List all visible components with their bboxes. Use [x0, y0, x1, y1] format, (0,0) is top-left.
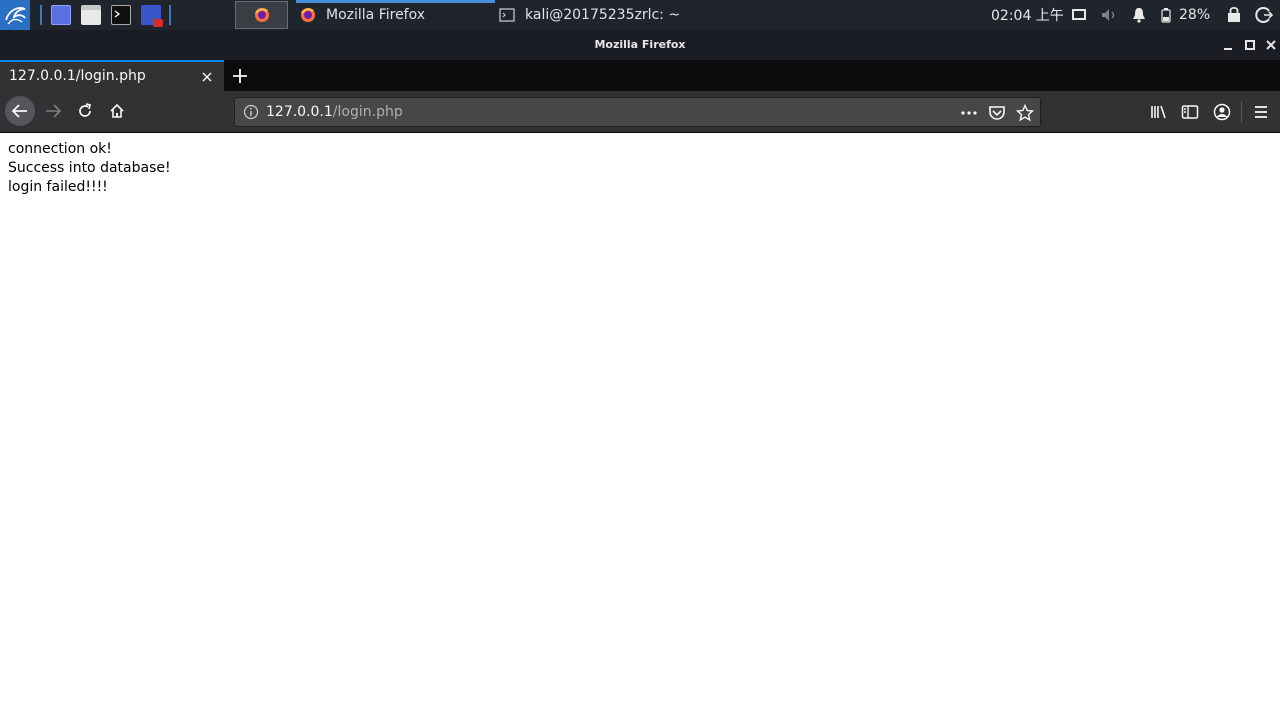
- maximize-icon[interactable]: [1244, 39, 1256, 51]
- reload-icon: [79, 103, 92, 117]
- display-icon[interactable]: [1071, 8, 1087, 22]
- terminal-icon: [499, 8, 515, 22]
- forward-arrow-icon: [46, 104, 62, 118]
- file-manager-icon[interactable]: [81, 5, 101, 25]
- volume-muted-icon[interactable]: [1100, 7, 1118, 23]
- library-icon[interactable]: [1150, 103, 1168, 121]
- message-connection: connection ok!: [8, 141, 112, 157]
- home-icon: [110, 103, 124, 118]
- url-text: 127.0.0.1/login.php: [266, 104, 403, 120]
- firefox-icon: [301, 8, 315, 22]
- tab-strip: 127.0.0.1/login.php: [0, 60, 1280, 91]
- firefox-icon: [255, 8, 269, 22]
- site-info-icon[interactable]: [243, 104, 259, 120]
- show-desktop-icon[interactable]: [51, 5, 71, 25]
- page-content: connection ok! Success into database! lo…: [0, 133, 1280, 720]
- navigation-toolbar: 127.0.0.1/login.php: [0, 91, 1280, 133]
- top-panel: Mozilla Firefox kali@20175235zrlc: ~ 02:…: [0, 0, 1280, 30]
- close-icon[interactable]: [1265, 39, 1277, 51]
- bookmark-star-icon[interactable]: [1016, 104, 1034, 122]
- forward-button[interactable]: [38, 96, 68, 126]
- battery-text: 28%: [1179, 7, 1211, 23]
- home-button[interactable]: [102, 96, 132, 126]
- tab-login[interactable]: 127.0.0.1/login.php: [0, 60, 224, 91]
- logout-icon[interactable]: [1255, 6, 1273, 24]
- account-icon[interactable]: [1213, 103, 1231, 121]
- window-title: Mozilla Firefox: [594, 38, 686, 51]
- toolbar-separator: [1241, 101, 1242, 123]
- back-arrow-icon: [11, 104, 27, 118]
- terminal-launcher-icon[interactable]: [111, 5, 131, 25]
- battery-percent: 28%: [1179, 0, 1210, 30]
- url-path: /login.php: [332, 104, 403, 120]
- workspace-switcher[interactable]: [235, 1, 288, 29]
- kali-dragon-icon: [5, 7, 26, 25]
- notifications-bell-icon[interactable]: [1131, 7, 1147, 23]
- reload-button[interactable]: [70, 96, 100, 126]
- pocket-icon[interactable]: [988, 104, 1006, 122]
- sidebar-toggle-icon[interactable]: [1181, 103, 1199, 121]
- clock-text: 02:04 上午: [991, 8, 1064, 24]
- kali-menu-button[interactable]: [0, 0, 30, 30]
- lock-screen-icon[interactable]: [1227, 6, 1241, 23]
- window-titlebar[interactable]: Mozilla Firefox: [0, 30, 1280, 60]
- clock[interactable]: 02:04 上午: [991, 0, 1064, 30]
- url-bar[interactable]: 127.0.0.1/login.php: [234, 97, 1041, 127]
- hamburger-menu-icon[interactable]: [1252, 103, 1270, 121]
- panel-separator: [169, 5, 171, 25]
- task-label: Mozilla Firefox: [326, 7, 426, 23]
- task-label: kali@20175235zrlc: ~: [525, 7, 681, 23]
- page-actions-ellipsis-icon[interactable]: [960, 104, 978, 122]
- tab-close-icon[interactable]: [199, 69, 215, 85]
- tab-title: 127.0.0.1/login.php: [9, 68, 146, 84]
- task-firefox[interactable]: Mozilla Firefox: [300, 0, 495, 30]
- screenshot-launcher-icon[interactable]: [141, 5, 163, 27]
- panel-separator: [40, 5, 42, 25]
- minimize-icon[interactable]: [1222, 39, 1234, 51]
- task-terminal[interactable]: kali@20175235zrlc: ~: [499, 0, 719, 30]
- message-database: Success into database!: [8, 160, 171, 176]
- new-tab-plus-icon[interactable]: [230, 66, 250, 86]
- url-host: 127.0.0.1: [266, 104, 333, 120]
- back-button[interactable]: [5, 96, 35, 126]
- battery-icon[interactable]: [1161, 8, 1171, 23]
- message-login: login failed!!!!: [8, 179, 108, 195]
